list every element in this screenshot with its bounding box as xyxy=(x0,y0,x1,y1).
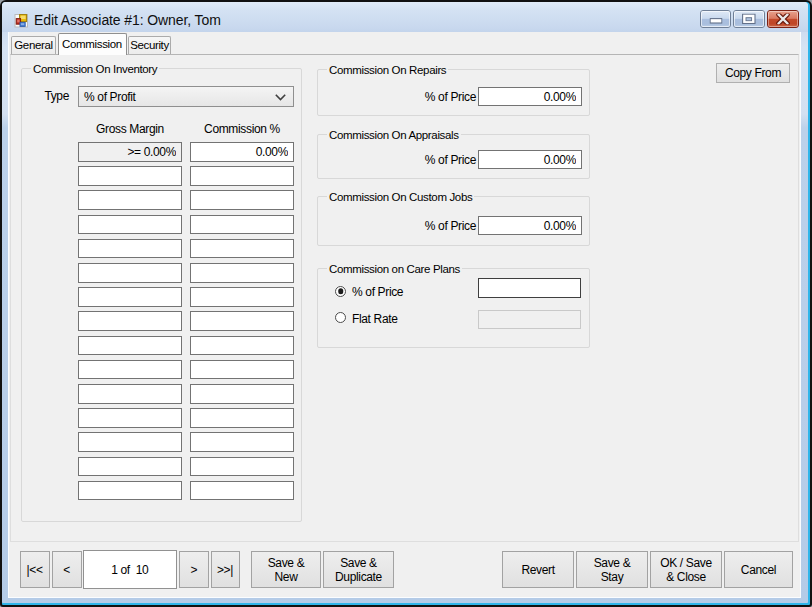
minimize-icon xyxy=(709,18,722,24)
gross-margin-input-6[interactable] xyxy=(78,287,182,307)
groupbox-inventory-legend: Commission On Inventory xyxy=(31,63,159,76)
commission-pct-input-0[interactable] xyxy=(190,142,294,162)
close-icon xyxy=(776,14,790,25)
nav-next-button[interactable]: > xyxy=(179,551,209,588)
title-bar[interactable]: Edit Associate #1: Owner, Tom xyxy=(2,2,808,32)
tab-general[interactable]: General xyxy=(11,36,56,54)
commission-pct-input-8[interactable] xyxy=(190,336,294,356)
commission-type-value: % of Profit xyxy=(84,90,136,104)
tab-security[interactable]: Security xyxy=(128,36,171,54)
edit-associate-window: Edit Associate #1: Owner, Tom General Co… xyxy=(0,0,812,607)
tab-security-label: Security xyxy=(129,37,170,54)
revert-button[interactable]: Revert xyxy=(502,551,574,588)
commission-pct-input-2[interactable] xyxy=(190,190,294,210)
custom-jobs-price-label: % of Price xyxy=(396,219,476,233)
window-title: Edit Associate #1: Owner, Tom xyxy=(34,12,221,28)
repairs-price-label: % of Price xyxy=(396,90,476,104)
tab-commission[interactable]: Commission xyxy=(58,33,127,55)
commission-pct-input-12[interactable] xyxy=(190,432,294,452)
nav-previous-button[interactable]: < xyxy=(52,551,82,588)
save-and-new-button[interactable]: Save & New xyxy=(251,551,321,588)
gross-margin-input-11[interactable] xyxy=(78,408,182,428)
save-and-duplicate-button[interactable]: Save & Duplicate xyxy=(323,551,394,588)
gross-margin-input-3[interactable] xyxy=(78,215,182,235)
minimize-button[interactable] xyxy=(700,10,731,28)
gross-margin-input-4[interactable] xyxy=(78,239,182,259)
commission-type-select[interactable]: % of Profit xyxy=(78,86,294,107)
commission-pct-input-6[interactable] xyxy=(190,287,294,307)
gross-margin-input-8[interactable] xyxy=(78,336,182,356)
repairs-price-input[interactable] xyxy=(478,87,582,106)
gross-margin-input-14[interactable] xyxy=(78,481,182,501)
care-plans-percent-radio[interactable] xyxy=(335,286,346,297)
save-and-stay-button[interactable]: Save & Stay xyxy=(576,551,648,588)
custom-jobs-price-input[interactable] xyxy=(478,216,582,235)
maximize-button[interactable] xyxy=(733,10,765,28)
nav-first-button[interactable]: |<< xyxy=(20,551,50,588)
care-plans-flat-rate-label: Flat Rate xyxy=(352,312,398,326)
care-plans-percent-radio-dot xyxy=(338,288,344,294)
maximize-icon xyxy=(742,14,756,25)
commission-pct-input-5[interactable] xyxy=(190,263,294,283)
care-plans-percent-input[interactable] xyxy=(478,278,581,298)
commission-pct-input-3[interactable] xyxy=(190,215,294,235)
commission-pct-input-10[interactable] xyxy=(190,384,294,404)
commission-pct-column-header: Commission % xyxy=(190,122,294,136)
commission-pct-input-4[interactable] xyxy=(190,239,294,259)
ok-save-and-close-button[interactable]: OK / Save & Close xyxy=(650,551,722,588)
appraisals-price-label: % of Price xyxy=(396,153,476,167)
commission-pct-input-9[interactable] xyxy=(190,360,294,380)
gross-margin-input-5[interactable] xyxy=(78,263,182,283)
gross-margin-input-13[interactable] xyxy=(78,457,182,477)
nav-last-button[interactable]: >>| xyxy=(211,551,240,588)
care-plans-flat-rate-radio[interactable] xyxy=(335,312,346,323)
groupbox-custom-jobs-legend: Commission On Custom Jobs xyxy=(327,191,474,204)
gross-margin-input-12[interactable] xyxy=(78,432,182,452)
commission-pct-input-14[interactable] xyxy=(190,481,294,501)
groupbox-care-plans-legend: Commission on Care Plans xyxy=(327,263,462,276)
copy-from-button[interactable]: Copy From xyxy=(716,63,790,83)
gross-margin-column-header: Gross Margin xyxy=(78,122,182,136)
cancel-button[interactable]: Cancel xyxy=(724,551,793,588)
app-icon xyxy=(14,13,29,28)
gross-margin-input-2[interactable] xyxy=(78,190,182,210)
commission-pct-input-11[interactable] xyxy=(190,408,294,428)
gross-margin-input-1[interactable] xyxy=(78,166,182,186)
care-plans-percent-label: % of Price xyxy=(352,285,403,299)
tab-general-label: General xyxy=(12,37,55,54)
groupbox-repairs-legend: Commission On Repairs xyxy=(327,64,448,77)
groupbox-appraisals-legend: Commission On Appraisals xyxy=(327,129,461,142)
gross-margin-input-0[interactable] xyxy=(78,142,182,162)
appraisals-price-input[interactable] xyxy=(478,150,582,169)
close-button[interactable] xyxy=(767,10,799,28)
commission-pct-input-13[interactable] xyxy=(190,457,294,477)
care-plans-flat-rate-input xyxy=(478,310,581,329)
chevron-down-icon xyxy=(275,94,286,101)
gross-margin-input-7[interactable] xyxy=(78,311,182,331)
type-label: Type xyxy=(38,89,69,103)
gross-margin-input-10[interactable] xyxy=(78,384,182,404)
record-position-input[interactable] xyxy=(83,550,178,589)
gross-margin-input-9[interactable] xyxy=(78,360,182,380)
commission-pct-input-1[interactable] xyxy=(190,166,294,186)
tab-commission-label: Commission xyxy=(59,34,126,54)
commission-pct-input-7[interactable] xyxy=(190,311,294,331)
